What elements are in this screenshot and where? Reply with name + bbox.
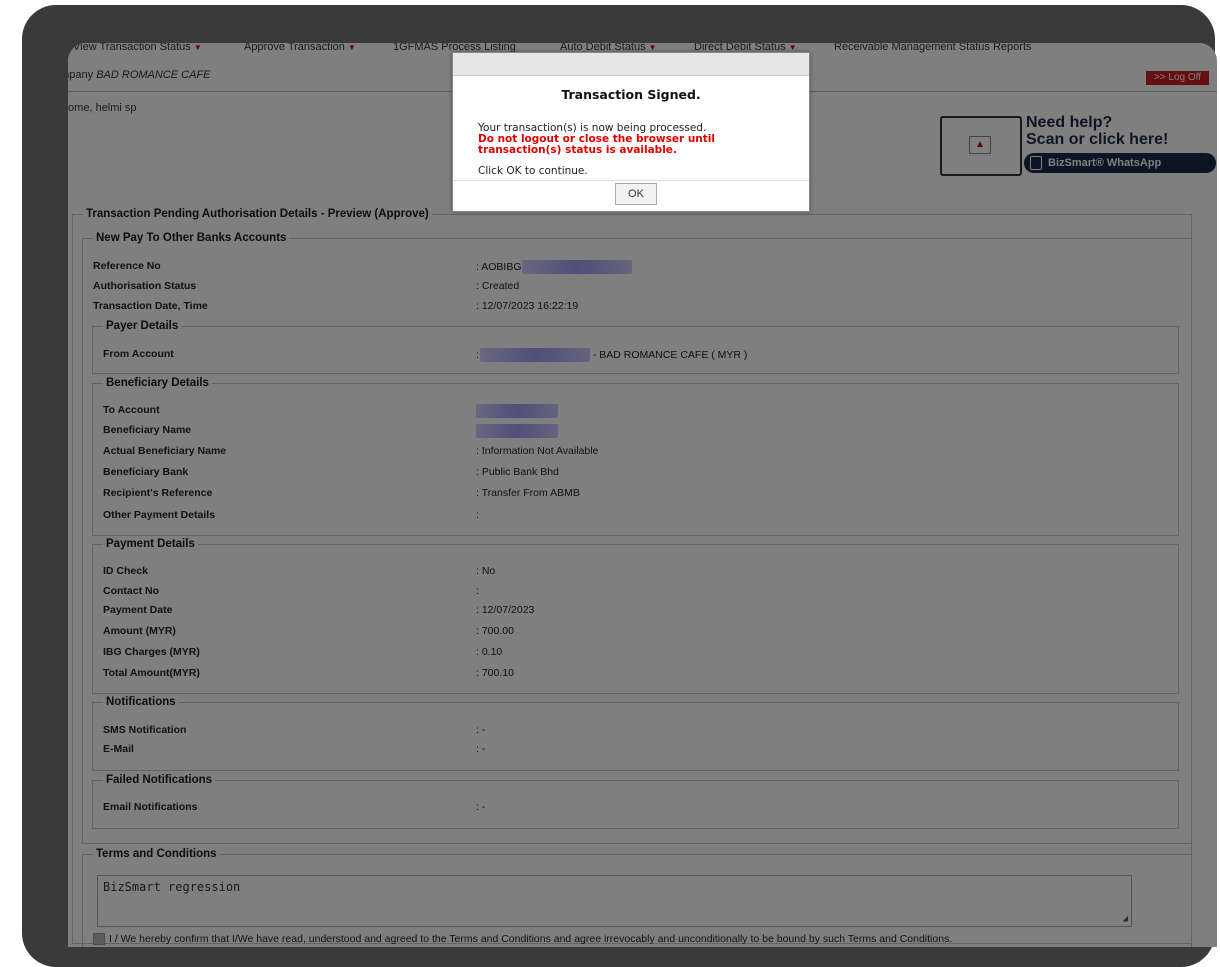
device-frame: View Transaction Status▼ Approve Transac… <box>22 5 1217 967</box>
dialog-continue-text: Click OK to continue. <box>478 165 588 177</box>
dialog-warning: Do not logout or close the browser until… <box>478 133 716 156</box>
dialog-title-bar[interactable] <box>453 53 809 76</box>
browser-viewport: View Transaction Status▼ Approve Transac… <box>68 43 1217 947</box>
dialog-title: Transaction Signed. <box>561 87 701 102</box>
ok-button[interactable]: OK <box>615 183 657 205</box>
dialog-divider <box>453 180 809 181</box>
transaction-signed-dialog: Transaction Signed. Your transaction(s) … <box>452 52 810 212</box>
